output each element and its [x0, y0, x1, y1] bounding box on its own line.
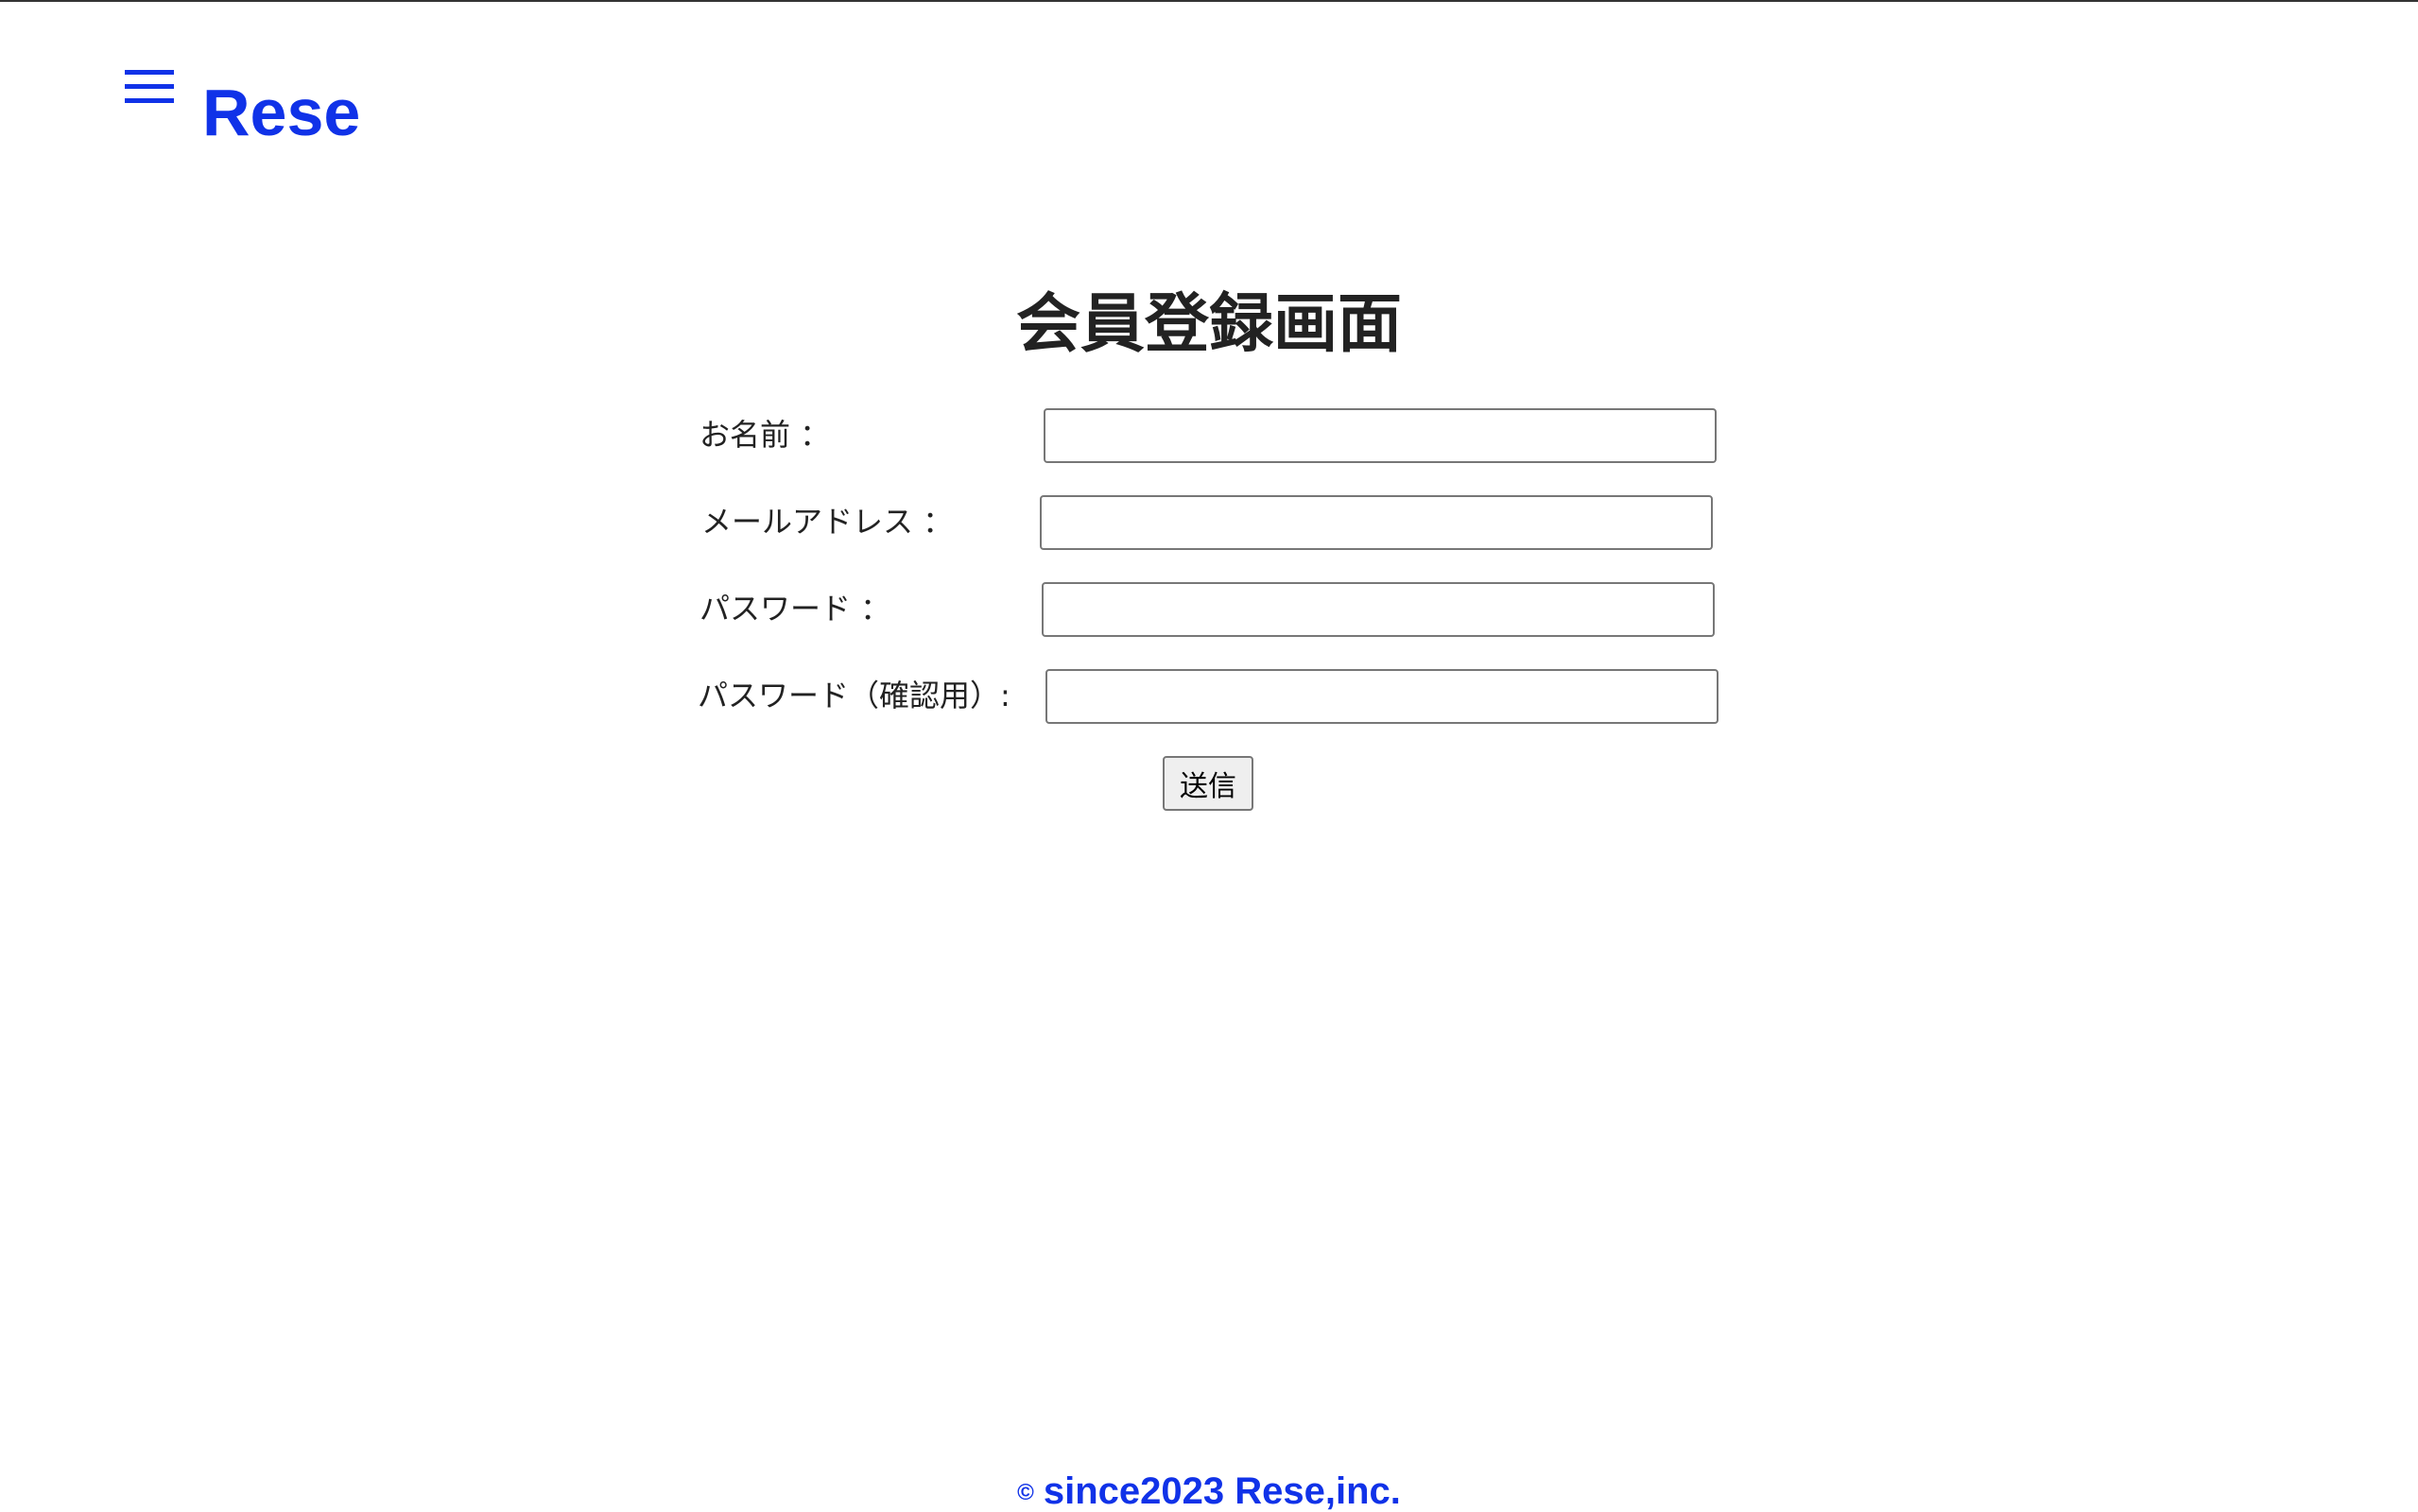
footer-text: since2023 Rese,inc. — [1043, 1470, 1401, 1512]
email-label: メールアドレス ： — [701, 504, 954, 540]
name-input[interactable] — [1044, 408, 1717, 463]
footer: © since2023 Rese,inc. — [0, 1465, 2418, 1512]
submit-button[interactable]: 送信 — [1163, 756, 1253, 811]
page: Rese 会員登録画面 お名前 ： メールアドレス ： パスワード ： パスワー… — [0, 0, 2418, 1512]
copyright-symbol: © — [1017, 1480, 1034, 1505]
email-input[interactable] — [1040, 495, 1713, 550]
password-confirm-input[interactable] — [1045, 669, 1719, 724]
hamburger-menu-icon[interactable] — [125, 68, 174, 106]
name-label: お名前 ： — [699, 417, 831, 453]
password-input[interactable] — [1042, 582, 1715, 637]
password-label: パスワード ： — [699, 591, 891, 627]
page-title: 会員登録画面 — [1015, 287, 1402, 362]
password-confirm-label: パスワード（確認用）: — [698, 678, 1010, 713]
header — [125, 68, 174, 106]
logo[interactable]: Rese — [202, 70, 360, 155]
